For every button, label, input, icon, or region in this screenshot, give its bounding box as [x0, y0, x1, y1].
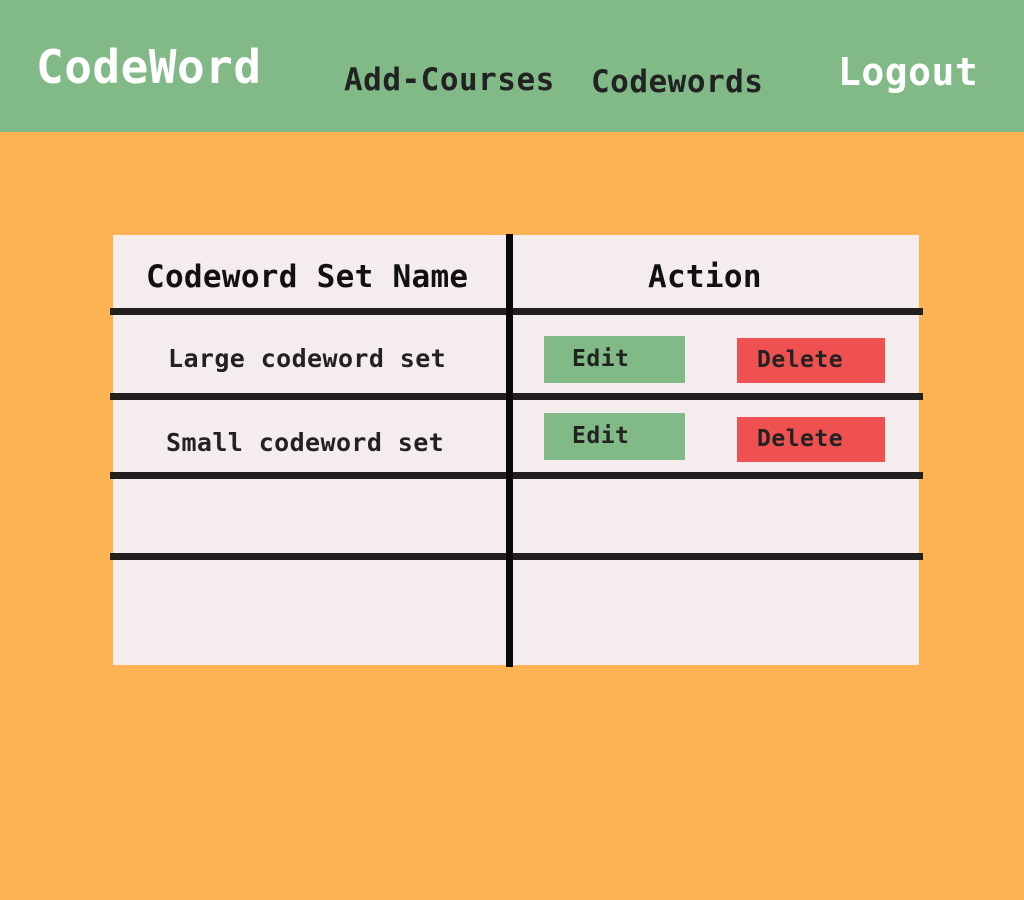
table-divider	[110, 553, 923, 560]
navbar: CodeWord Add-Courses Codewords Logout	[0, 0, 1024, 132]
delete-button[interactable]: Delete	[737, 417, 885, 462]
column-header-action: Action	[648, 259, 762, 295]
table-divider	[110, 393, 923, 400]
brand-logo[interactable]: CodeWord	[36, 40, 262, 94]
table-row-name: Small codeword set	[166, 428, 445, 457]
edit-button[interactable]: Edit	[544, 336, 685, 383]
nav-link-add-courses[interactable]: Add-Courses	[344, 62, 555, 98]
table-divider	[110, 472, 923, 479]
logout-link[interactable]: Logout	[838, 50, 978, 94]
table-row-name: Large codeword set	[168, 344, 447, 373]
edit-button[interactable]: Edit	[544, 413, 685, 460]
column-header-name: Codeword Set Name	[146, 259, 469, 295]
table-divider	[110, 308, 923, 315]
column-divider	[506, 234, 513, 667]
delete-button[interactable]: Delete	[737, 338, 885, 383]
nav-link-codewords[interactable]: Codewords	[591, 64, 763, 100]
